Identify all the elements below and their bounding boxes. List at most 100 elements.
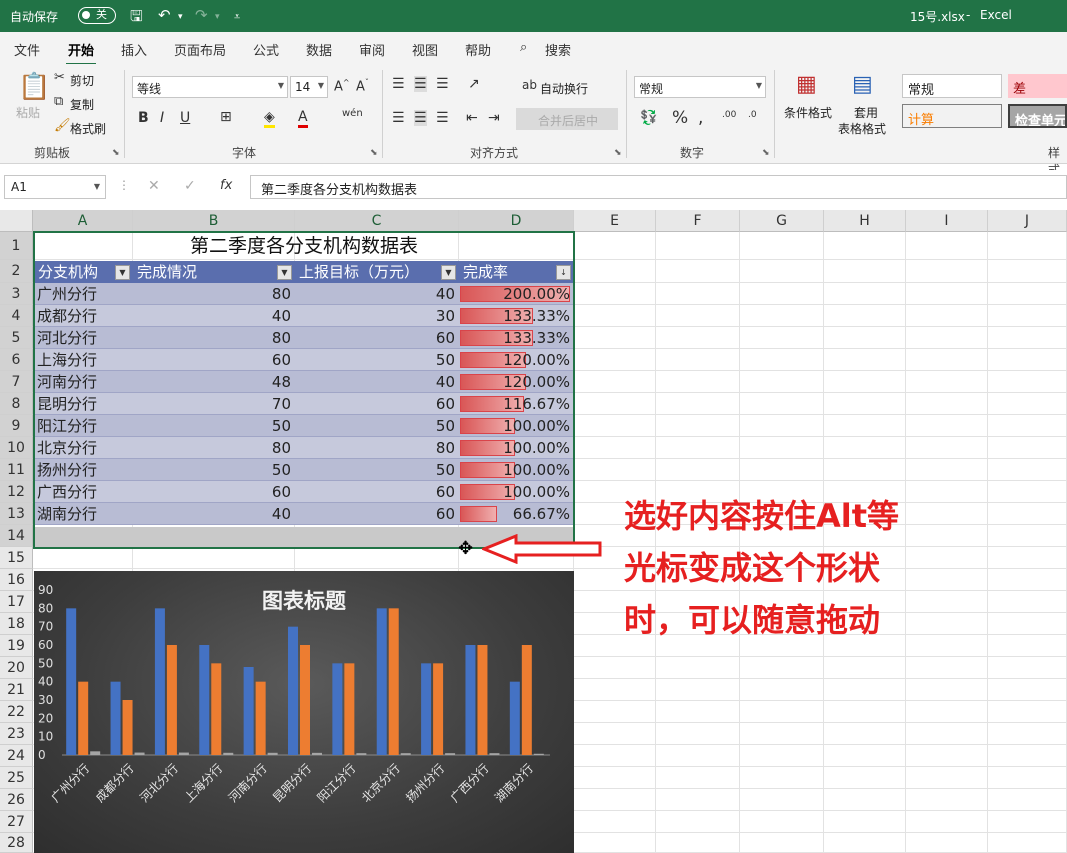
number-launcher-icon[interactable]: ⬊ [762, 148, 770, 158]
row-header[interactable]: 1 [0, 232, 33, 260]
column-header[interactable]: J [988, 210, 1067, 232]
row-header[interactable]: 24 [0, 745, 33, 767]
font-name-select[interactable]: 等线 ▼ [132, 76, 288, 98]
row-header[interactable]: 23 [0, 723, 33, 745]
font-color-icon[interactable]: A [298, 109, 308, 128]
row-header[interactable]: 26 [0, 789, 33, 811]
row-header[interactable]: 15 [0, 547, 33, 569]
increase-indent-icon[interactable]: ⇥ [488, 110, 500, 126]
wrap-text-button[interactable]: 自动换行 [540, 80, 588, 97]
row-header[interactable]: 19 [0, 635, 33, 657]
row-header[interactable]: 28 [0, 833, 33, 853]
clipboard-launcher-icon[interactable]: ⬊ [112, 148, 120, 158]
decrease-indent-icon[interactable]: ⇤ [466, 110, 478, 126]
row-header[interactable]: 10 [0, 437, 33, 459]
redo-icon[interactable]: ↷ [195, 6, 208, 24]
undo-icon[interactable]: ↶ [158, 6, 171, 24]
row-header[interactable]: 17 [0, 591, 33, 613]
increase-decimal-icon[interactable]: .00 [722, 110, 736, 120]
format-as-table-line2[interactable]: 表格格式 [838, 120, 886, 137]
column-header[interactable]: D [459, 210, 574, 232]
undo-dropdown-icon[interactable]: ▾ [178, 12, 183, 22]
align-top-icon[interactable]: ☰ [392, 76, 405, 92]
tab-review[interactable]: 审阅 [359, 40, 385, 59]
column-header[interactable]: C [295, 210, 459, 232]
currency-icon[interactable]: 💱 [640, 110, 657, 126]
row-header[interactable]: 8 [0, 393, 33, 415]
copy-icon[interactable]: ⧉ [54, 94, 63, 109]
cancel-icon[interactable]: ✕ [148, 178, 160, 194]
row-header[interactable]: 16 [0, 569, 33, 591]
save-icon[interactable]: 🖫 [130, 6, 143, 31]
comma-icon[interactable]: , [698, 108, 703, 128]
format-as-table-icon[interactable]: ▤ [852, 72, 873, 97]
customize-toolbar-icon[interactable]: ⩡ [234, 10, 240, 24]
column-header[interactable]: H [824, 210, 906, 232]
column-header[interactable]: I [906, 210, 988, 232]
column-header[interactable]: E [574, 210, 656, 232]
row-header[interactable]: 27 [0, 811, 33, 833]
increase-font-icon[interactable]: A^ [334, 78, 350, 94]
column-header[interactable]: F [656, 210, 740, 232]
paste-label[interactable]: 粘贴 [16, 104, 40, 121]
autosave-toggle[interactable]: 关 [78, 7, 116, 24]
insert-function-icon[interactable]: fx [220, 178, 232, 193]
cut-button[interactable]: 剪切 [70, 72, 94, 89]
column-header[interactable]: B [133, 210, 295, 232]
row-header[interactable]: 4 [0, 305, 33, 327]
row-header[interactable]: 6 [0, 349, 33, 371]
row-header[interactable]: 21 [0, 679, 33, 701]
tab-search[interactable]: 搜索 [545, 40, 571, 59]
format-as-table-line1[interactable]: 套用 [854, 104, 878, 121]
row-header[interactable]: 20 [0, 657, 33, 679]
row-header[interactable]: 7 [0, 371, 33, 393]
merge-center-button[interactable]: 合并后居中 [516, 108, 618, 130]
confirm-icon[interactable]: ✓ [184, 178, 196, 194]
row-header[interactable]: 5 [0, 327, 33, 349]
tab-view[interactable]: 视图 [412, 40, 438, 59]
fill-color-icon[interactable]: ◈ [264, 109, 275, 128]
style-check[interactable]: 检查单元 [1008, 104, 1067, 128]
number-format-select[interactable]: 常规 ▼ [634, 76, 766, 98]
italic-icon[interactable]: I [160, 110, 164, 126]
style-normal[interactable]: 常规 [902, 74, 1002, 98]
row-header[interactable]: 2 [0, 260, 33, 283]
align-center-icon[interactable]: ☰ [414, 110, 427, 126]
align-bottom-icon[interactable]: ☰ [436, 76, 449, 92]
row-header[interactable]: 14 [0, 525, 33, 547]
tab-file[interactable]: 文件 [14, 40, 40, 59]
style-calc[interactable]: 计算 [902, 104, 1002, 128]
tab-data[interactable]: 数据 [306, 40, 332, 59]
format-painter-icon[interactable]: 🖌 [54, 118, 71, 133]
conditional-format-icon[interactable]: ▦ [796, 72, 817, 97]
align-right-icon[interactable]: ☰ [436, 110, 449, 126]
align-middle-icon[interactable]: ☰ [414, 76, 427, 92]
font-size-select[interactable]: 14 ▼ [290, 76, 328, 98]
decrease-font-icon[interactable]: Aˇ [356, 78, 369, 94]
row-header[interactable]: 11 [0, 459, 33, 481]
row-header[interactable]: 3 [0, 283, 33, 305]
decrease-decimal-icon[interactable]: .0 [748, 110, 757, 120]
tab-home[interactable]: 开始 [65, 40, 97, 66]
wrap-text-icon[interactable]: ab [522, 78, 537, 92]
select-all-corner[interactable] [0, 210, 33, 232]
row-header[interactable]: 18 [0, 613, 33, 635]
paste-icon[interactable]: 📋 [18, 72, 50, 102]
underline-icon[interactable]: U [180, 110, 190, 126]
tab-formulas[interactable]: 公式 [253, 40, 279, 59]
formula-input[interactable]: 第二季度各分支机构数据表 [250, 175, 1067, 199]
percent-icon[interactable]: % [672, 108, 688, 128]
bold-icon[interactable]: B [138, 110, 149, 126]
tab-page-layout[interactable]: 页面布局 [174, 40, 226, 59]
row-header[interactable]: 25 [0, 767, 33, 789]
column-header[interactable]: G [740, 210, 824, 232]
cut-icon[interactable]: ✂ [54, 70, 65, 85]
format-painter-button[interactable]: 格式刷 [70, 120, 106, 137]
tab-insert[interactable]: 插入 [121, 40, 147, 59]
orientation-icon[interactable]: ↗ [468, 76, 480, 92]
row-header[interactable]: 9 [0, 415, 33, 437]
redo-dropdown-icon[interactable]: ▾ [215, 12, 220, 22]
name-box[interactable]: A1 ▼ [4, 175, 106, 199]
border-icon[interactable]: ⊞ [220, 109, 232, 125]
row-header[interactable]: 13 [0, 503, 33, 525]
